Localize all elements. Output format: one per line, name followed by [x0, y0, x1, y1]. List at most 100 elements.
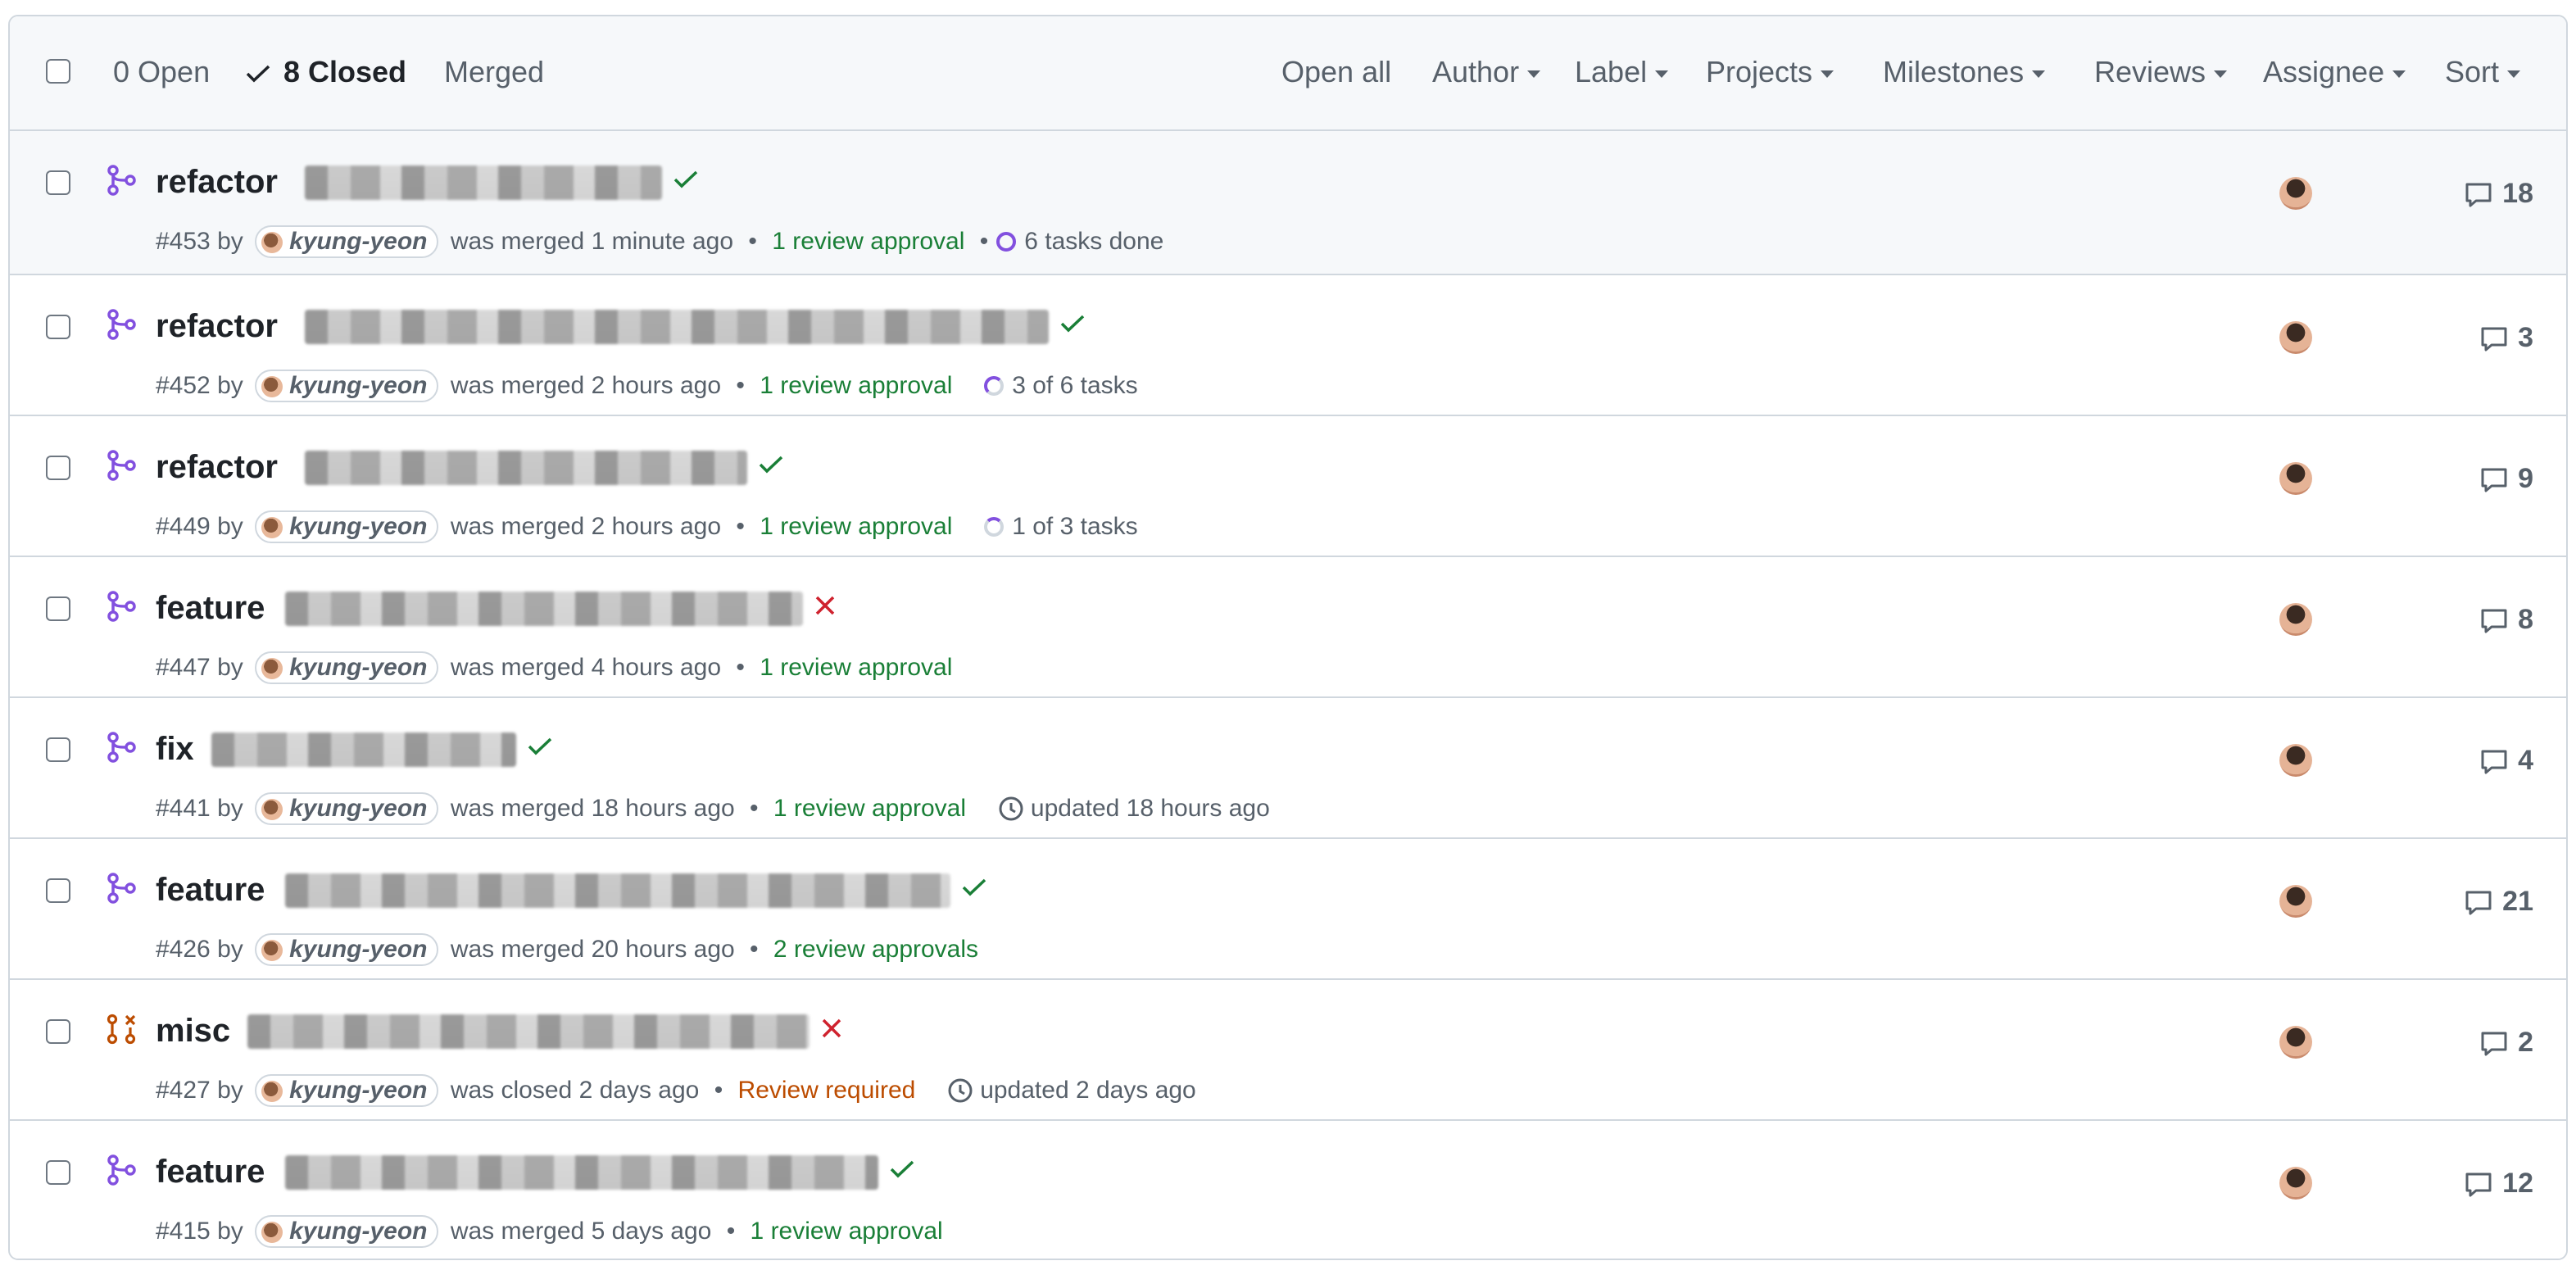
author-link[interactable]: kyung-yeon — [255, 370, 439, 403]
check-icon[interactable] — [757, 451, 785, 483]
pr-row[interactable]: refactor #449 by kyung-yeon was merged 2… — [10, 416, 2566, 557]
pr-state-text: was merged 4 hours ago — [450, 654, 722, 682]
assignee-avatar[interactable] — [2279, 603, 2312, 636]
assignee-avatar[interactable] — [2279, 1167, 2312, 1200]
milestones-filter-label: Milestones — [1883, 55, 2025, 88]
pr-title-prefix: refactor — [156, 449, 278, 485]
review-status-link[interactable]: 1 review approval — [773, 795, 966, 822]
comments-link[interactable]: 2 — [2478, 1026, 2533, 1059]
author-link[interactable]: kyung-yeon — [255, 1215, 439, 1249]
comments-link[interactable]: 18 — [2463, 177, 2533, 211]
review-status-link[interactable]: 1 review approval — [760, 372, 952, 399]
pr-title-link[interactable]: feature — [156, 867, 265, 913]
pr-title-link[interactable]: fix — [156, 726, 194, 772]
row-checkbox[interactable] — [46, 1160, 70, 1185]
author-link[interactable]: kyung-yeon — [255, 933, 439, 967]
author-link[interactable]: kyung-yeon — [255, 792, 439, 826]
merged-filter-link[interactable]: Merged — [444, 54, 544, 90]
author-link[interactable]: kyung-yeon — [255, 651, 439, 685]
review-status-link[interactable]: 2 review approvals — [773, 936, 978, 963]
closed-filter-link[interactable]: 8 Closed — [244, 54, 406, 90]
comments-link[interactable]: 9 — [2478, 462, 2533, 496]
row-checkbox[interactable] — [46, 878, 70, 903]
row-checkbox[interactable] — [46, 1019, 70, 1044]
check-icon[interactable] — [888, 1155, 916, 1188]
review-status-link[interactable]: 1 review approval — [772, 228, 964, 255]
pr-title-prefix: misc — [156, 1013, 231, 1049]
comments-link[interactable]: 3 — [2478, 321, 2533, 355]
pr-title-link[interactable]: misc — [156, 1008, 230, 1054]
review-status-link[interactable]: 1 review approval — [751, 1218, 943, 1245]
pr-meta: #452 by kyung-yeon was merged 2 hours ag… — [156, 369, 1138, 403]
author-filter[interactable]: Author — [1432, 54, 1541, 90]
pr-title-link[interactable]: refactor — [156, 159, 278, 205]
author-link[interactable]: kyung-yeon — [255, 225, 439, 259]
pr-row[interactable]: refactor #452 by kyung-yeon was merged 2… — [10, 275, 2566, 416]
comments-link[interactable]: 4 — [2478, 744, 2533, 778]
assignee-avatar[interactable] — [2279, 744, 2312, 777]
check-icon[interactable] — [672, 166, 700, 198]
row-checkbox[interactable] — [46, 596, 70, 621]
check-icon[interactable] — [526, 733, 554, 765]
pr-by-label: by — [217, 372, 243, 400]
row-checkbox[interactable] — [46, 315, 70, 339]
comment-count: 8 — [2518, 604, 2533, 635]
assignee-avatar[interactable] — [2279, 462, 2312, 495]
check-icon[interactable] — [960, 873, 988, 906]
assignee-avatar[interactable] — [2279, 321, 2312, 354]
separator: • — [736, 654, 745, 682]
comment-icon — [2481, 1032, 2507, 1056]
redacted-title-text — [247, 1014, 810, 1049]
pr-title-link[interactable]: refactor — [156, 303, 278, 349]
pr-row[interactable]: feature #415 by kyung-yeon was merged 5 … — [10, 1121, 2566, 1259]
separator: • — [714, 1077, 723, 1104]
projects-filter[interactable]: Projects — [1706, 54, 1834, 90]
pr-row[interactable]: fix #441 by kyung-yeon was merged 18 hou… — [10, 698, 2566, 839]
x-icon[interactable] — [813, 592, 837, 624]
author-name: kyung-yeon — [289, 513, 428, 541]
author-filter-label: Author — [1432, 55, 1520, 88]
git-merge-icon — [105, 872, 138, 905]
assignee-avatar[interactable] — [2279, 177, 2312, 210]
pr-title-link[interactable]: refactor — [156, 444, 278, 490]
review-status-link[interactable]: Review required — [738, 1077, 916, 1104]
check-icon[interactable] — [1059, 310, 1086, 342]
avatar — [261, 940, 283, 962]
x-icon[interactable] — [819, 1014, 844, 1047]
pr-by-label: by — [217, 654, 243, 682]
label-filter[interactable]: Label — [1575, 54, 1669, 90]
redacted-title-text — [285, 592, 803, 626]
projects-filter-label: Projects — [1706, 55, 1813, 88]
pr-state-text: was merged 1 minute ago — [450, 228, 734, 256]
sort-filter[interactable]: Sort — [2445, 54, 2521, 90]
review-status-link[interactable]: 1 review approval — [760, 654, 952, 681]
comments-link[interactable]: 12 — [2463, 1167, 2533, 1200]
review-status-link[interactable]: 1 review approval — [760, 513, 952, 540]
select-all-checkbox[interactable] — [46, 59, 70, 84]
pull-request-list: 0 Open 8 Closed Merged Open all Author L… — [8, 15, 2568, 1260]
comments-link[interactable]: 8 — [2478, 603, 2533, 637]
pr-title-link[interactable]: feature — [156, 585, 265, 631]
pr-row[interactable]: misc #427 by kyung-yeon was closed 2 day… — [10, 980, 2566, 1121]
pr-row[interactable]: feature #447 by kyung-yeon was merged 4 … — [10, 557, 2566, 698]
assignee-avatar[interactable] — [2279, 885, 2312, 918]
open-filter-link[interactable]: 0 Open — [113, 54, 210, 90]
author-link[interactable]: kyung-yeon — [255, 1074, 439, 1108]
row-checkbox[interactable] — [46, 170, 70, 195]
author-name: kyung-yeon — [289, 1077, 428, 1104]
assignee-avatar[interactable] — [2279, 1026, 2312, 1059]
milestones-filter[interactable]: Milestones — [1883, 54, 2046, 90]
pr-row[interactable]: refactor #453 by kyung-yeon was merged 1… — [10, 131, 2566, 275]
open-all-link[interactable]: Open all — [1281, 54, 1391, 90]
assignee-filter[interactable]: Assignee — [2263, 54, 2406, 90]
author-name: kyung-yeon — [289, 795, 428, 823]
reviews-filter[interactable]: Reviews — [2094, 54, 2228, 90]
comments-link[interactable]: 21 — [2463, 885, 2533, 918]
separator: • — [726, 1218, 736, 1245]
row-checkbox[interactable] — [46, 456, 70, 480]
author-link[interactable]: kyung-yeon — [255, 510, 439, 544]
pr-row[interactable]: feature #426 by kyung-yeon was merged 20… — [10, 839, 2566, 980]
pr-title-link[interactable]: feature — [156, 1149, 265, 1195]
row-checkbox[interactable] — [46, 737, 70, 762]
author-name: kyung-yeon — [289, 1218, 428, 1245]
